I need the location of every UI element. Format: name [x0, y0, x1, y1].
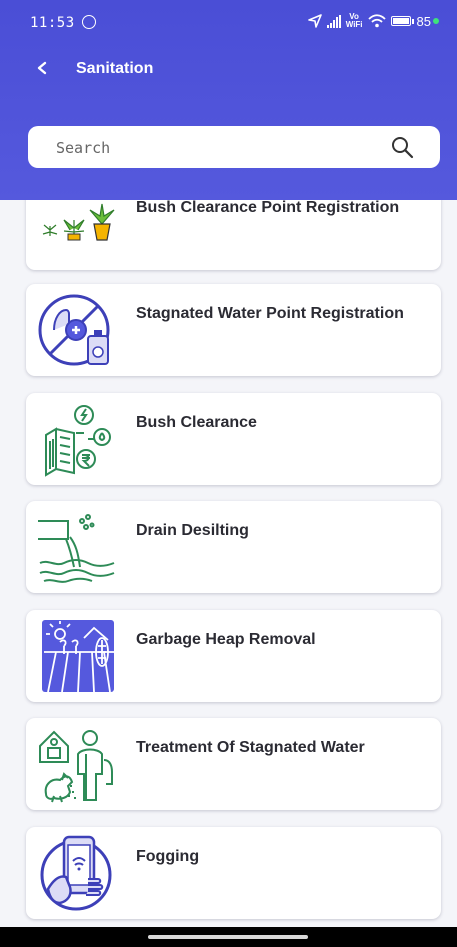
list-item-bush-clearance-point-registration[interactable]: Bush Clearance Point Registration: [26, 200, 441, 270]
search-bar: [28, 126, 440, 170]
sanitation-list[interactable]: Bush Clearance Point Registration Stagna…: [0, 200, 457, 927]
whatsapp-icon: [82, 15, 96, 29]
battery-percent: 85: [416, 13, 431, 29]
list-item-stagnated-water-point-registration[interactable]: Stagnated Water Point Registration: [26, 284, 441, 376]
no-water-bottle-icon: [38, 294, 110, 366]
signal-icon: [326, 14, 341, 28]
status-time: 11:53: [30, 15, 75, 31]
list-item-bush-clearance[interactable]: Bush Clearance: [26, 393, 441, 485]
list-item-garbage-heap-removal[interactable]: Garbage Heap Removal: [26, 610, 441, 702]
list-item-drain-desilting[interactable]: Drain Desilting: [26, 501, 441, 593]
chevron-left-icon: [37, 61, 47, 75]
home-gesture-handle[interactable]: [148, 935, 308, 939]
list-item-label: Bush Clearance Point Registration: [136, 200, 400, 216]
charging-dot-icon: [433, 18, 439, 24]
list-item-label: Stagnated Water Point Registration: [136, 305, 404, 322]
wifi-icon: [367, 14, 386, 28]
plants-icon: [42, 203, 115, 241]
status-icons: Vo WiFi 85: [307, 12, 439, 29]
list-item-treatment-of-stagnated-water[interactable]: Treatment Of Stagnated Water: [26, 718, 441, 810]
system-nav-bar: [0, 927, 457, 947]
vowifi-badge: Vo WiFi: [345, 12, 363, 29]
list-item-label: Bush Clearance: [136, 414, 257, 431]
farm-field-icon: [42, 620, 114, 693]
location-arrow-icon: [307, 14, 322, 28]
back-button[interactable]: [30, 56, 54, 80]
list-item-label: Garbage Heap Removal: [136, 631, 316, 648]
list-item-label: Treatment Of Stagnated Water: [136, 739, 365, 756]
document-coins-icon: [45, 405, 111, 477]
phone-in-hand-icon: [40, 835, 112, 911]
list-item-label: Drain Desilting: [136, 522, 249, 539]
search-icon[interactable]: [390, 135, 414, 159]
page-title: Sanitation: [76, 60, 154, 77]
search-input[interactable]: [54, 126, 398, 170]
list-item-fogging[interactable]: Fogging: [26, 827, 441, 919]
farmer-rooster-icon: [39, 730, 113, 803]
app-header: 11:53 Vo WiFi 85 Sanitation Search: [0, 0, 457, 200]
title-bar: Sanitation: [0, 52, 457, 84]
battery-icon: 85: [390, 13, 439, 29]
drain-outflow-icon: [38, 514, 115, 583]
status-bar: 11:53 Vo WiFi 85: [0, 0, 457, 46]
list-item-label: Fogging: [136, 848, 200, 865]
